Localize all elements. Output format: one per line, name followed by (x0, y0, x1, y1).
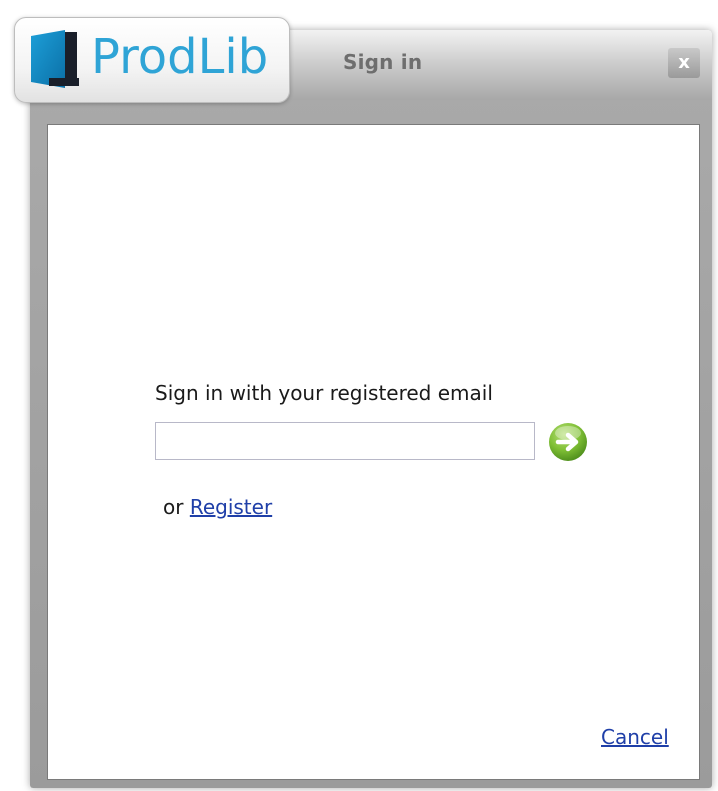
sign-in-prompt: Sign in with your registered email (155, 381, 493, 405)
logo-text: ProdLib (91, 29, 269, 85)
dialog-title: Sign in (343, 50, 423, 74)
logo-tab: ProdLib (14, 17, 290, 103)
content-panel: Sign in with your registered email or Re… (47, 124, 700, 780)
email-input[interactable] (155, 422, 535, 460)
cancel-link[interactable]: Cancel (601, 725, 669, 749)
register-link[interactable]: Register (190, 495, 272, 519)
sign-in-screen: Sign in x ProdLib Sign in with your regi… (0, 0, 718, 791)
cancel-link-wrap: Cancel (601, 725, 669, 749)
door-logo-icon (31, 30, 79, 88)
register-line: or Register (163, 495, 272, 519)
or-text: or (163, 495, 184, 519)
arrow-right-circle-icon[interactable] (548, 422, 588, 462)
close-button[interactable]: x (668, 48, 700, 78)
